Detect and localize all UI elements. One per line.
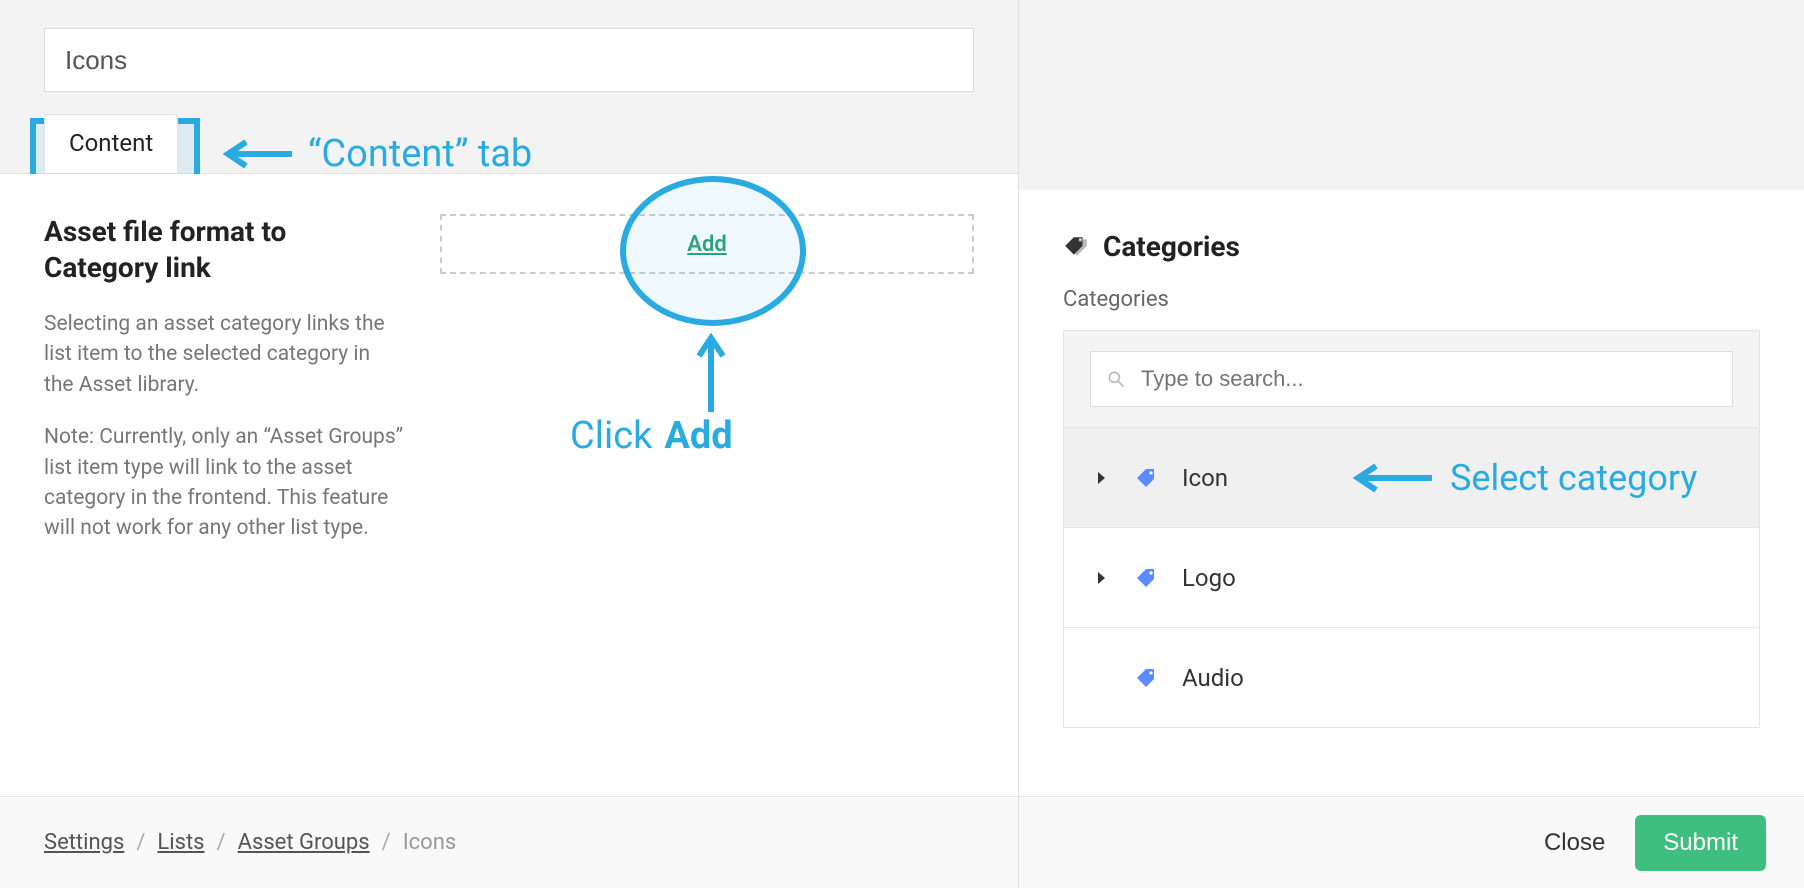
tabs-row: Content “Content” tab (0, 114, 1018, 174)
category-item-label: Icon (1182, 464, 1228, 492)
panel-header-spacer (1019, 0, 1804, 190)
annotation-click-add: Click Add (570, 414, 733, 458)
breadcrumb-sep: / (217, 830, 226, 855)
tab-content[interactable]: Content (44, 114, 178, 173)
annotation-select-category: Select category (1352, 457, 1697, 499)
tag-icon (1134, 566, 1158, 590)
search-icon (1106, 369, 1126, 389)
breadcrumb: Settings / Lists / Asset Groups / Icons (0, 796, 1018, 888)
arrow-up-icon (696, 332, 726, 412)
category-item-icon[interactable]: Icon Select category (1064, 427, 1759, 527)
search-wrap (1064, 331, 1759, 427)
breadcrumb-sep: / (136, 830, 145, 855)
breadcrumb-asset-groups[interactable]: Asset Groups (238, 830, 370, 855)
arrow-left-icon (1352, 463, 1432, 493)
close-button[interactable]: Close (1544, 829, 1605, 857)
category-item-label: Audio (1182, 664, 1244, 692)
tag-icon (1134, 666, 1158, 690)
annotation-arrow-up (696, 332, 726, 412)
category-search-input[interactable] (1090, 351, 1733, 407)
breadcrumb-lists[interactable]: Lists (157, 830, 204, 855)
chevron-right-icon (1092, 471, 1110, 485)
submit-button[interactable]: Submit (1635, 815, 1766, 871)
section-heading: Asset file format to Category link (44, 214, 404, 287)
panel-footer: Close Submit (1019, 796, 1804, 888)
arrow-left-icon (222, 139, 292, 169)
tags-icon (1063, 234, 1089, 260)
category-item-logo[interactable]: Logo (1064, 527, 1759, 627)
left-pane: Content “Content” tab Asset file format … (0, 0, 1018, 888)
categories-subheading: Categories (1063, 287, 1760, 312)
chevron-right-icon (1092, 571, 1110, 585)
category-list: Icon Select category (1064, 427, 1759, 727)
breadcrumb-sep: / (382, 830, 391, 855)
categories-box: Icon Select category (1063, 330, 1760, 728)
annotation-content-tab-label: “Content” tab (222, 132, 532, 176)
section-description: Asset file format to Category link Selec… (44, 214, 404, 776)
tag-icon (1134, 466, 1158, 490)
content-body: Asset file format to Category link Selec… (0, 174, 1018, 796)
add-area: Add Click Add (440, 214, 974, 776)
title-input-wrap (0, 0, 1018, 92)
categories-panel: Categories Categories (1018, 0, 1804, 888)
category-item-label: Logo (1182, 564, 1236, 592)
breadcrumb-current: Icons (403, 830, 457, 855)
item-title-input[interactable] (44, 28, 974, 92)
breadcrumb-settings[interactable]: Settings (44, 830, 124, 855)
add-link[interactable]: Add (687, 232, 726, 257)
section-paragraph-1: Selecting an asset category links the li… (44, 309, 404, 400)
category-item-audio[interactable]: Audio (1064, 627, 1759, 727)
panel-main: Categories Categories (1019, 190, 1804, 796)
categories-heading: Categories (1063, 230, 1760, 263)
add-dropzone[interactable]: Add (440, 214, 974, 274)
section-paragraph-2: Note: Currently, only an “Asset Groups” … (44, 422, 404, 544)
